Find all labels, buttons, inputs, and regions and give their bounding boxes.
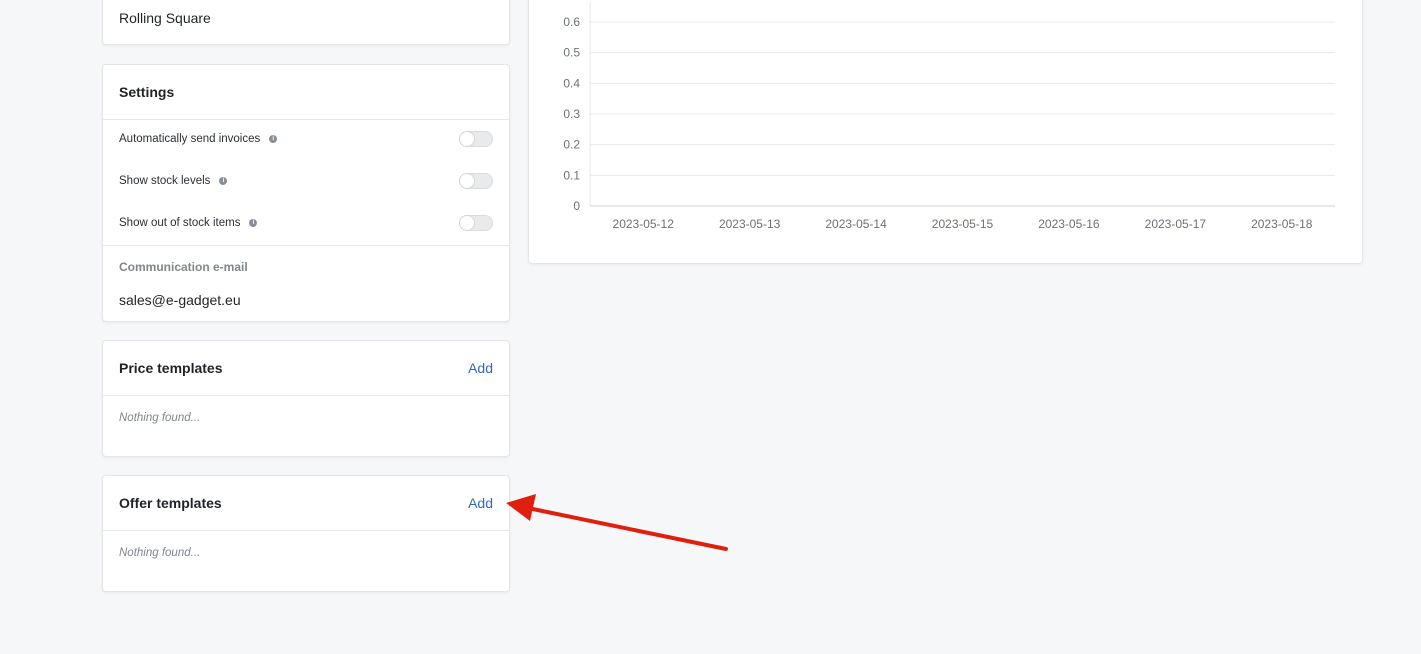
settings-divider — [103, 245, 509, 246]
chart-x-tick-label: 2023-05-13 — [719, 217, 781, 231]
chart-y-tick-label: 0.4 — [563, 76, 580, 90]
chart-y-tick-label: 0 — [573, 199, 580, 213]
out-of-stock-toggle[interactable] — [459, 215, 493, 231]
chart-x-tick-label: 2023-05-17 — [1145, 217, 1207, 231]
chart-x-tick-label: 2023-05-16 — [1038, 217, 1100, 231]
chart-x-tick-label: 2023-05-12 — [613, 217, 675, 231]
setting-label-stock-levels: Show stock levels — [119, 175, 211, 187]
arrow-shaft — [526, 506, 728, 551]
price-templates-card: Price templates Add Nothing found... — [102, 340, 510, 457]
setting-row-stock-levels: Show stock levels i — [103, 161, 509, 203]
setting-row-out-of-stock: Show out of stock items i — [103, 203, 509, 245]
chart-y-tick-label: 0.1 — [563, 168, 580, 182]
chart-y-tick-label: 0.5 — [563, 46, 580, 60]
brand-card: Rolling Square — [102, 0, 510, 45]
auto-invoices-toggle[interactable] — [459, 131, 493, 147]
offer-templates-card: Offer templates Add Nothing found... — [102, 475, 510, 592]
info-icon[interactable]: i — [219, 177, 228, 185]
info-icon[interactable]: i — [249, 219, 258, 227]
setting-label-out-of-stock: Show out of stock items — [119, 217, 241, 229]
setting-label-auto-invoices: Automatically send invoices — [119, 133, 261, 145]
settings-header: Settings — [103, 65, 509, 120]
offer-templates-add-link[interactable]: Add — [468, 495, 493, 511]
chart-x-tick-label: 2023-05-18 — [1251, 217, 1313, 231]
chart-y-tick-label: 0.3 — [563, 107, 580, 121]
red-arrow-icon — [506, 494, 728, 551]
settings-title: Settings — [119, 84, 175, 100]
chart-y-tick-label: 0.6 — [563, 15, 580, 29]
arrow-head — [506, 494, 536, 521]
communication-email-label: Communication e-mail — [119, 260, 248, 274]
offer-templates-empty: Nothing found... — [119, 547, 201, 559]
toggle-knob — [460, 174, 474, 188]
line-chart: 0 0.1 0.2 0.3 0.4 0.5 0.6 2023-05-12 2023-05-13 2… — [563, 2, 1335, 231]
price-templates-empty: Nothing found... — [119, 412, 201, 424]
toggle-knob — [460, 216, 474, 230]
stock-levels-toggle[interactable] — [459, 173, 493, 189]
price-templates-add-link[interactable]: Add — [468, 360, 493, 376]
offer-templates-header: Offer templates Add — [103, 476, 509, 531]
price-templates-header: Price templates Add — [103, 341, 509, 396]
chart-x-tick-label: 2023-05-15 — [932, 217, 994, 231]
brand-name: Rolling Square — [119, 10, 211, 26]
chart-card: 0 0.1 0.2 0.3 0.4 0.5 0.6 2023-05-12 2023-05-13 2… — [528, 0, 1363, 264]
price-templates-title: Price templates — [119, 360, 223, 376]
toggle-knob — [460, 132, 474, 146]
info-icon[interactable]: i — [269, 135, 278, 143]
communication-email-value[interactable]: sales@e-gadget.eu — [119, 292, 241, 308]
chart-x-tick-label: 2023-05-14 — [825, 217, 887, 231]
offer-templates-title: Offer templates — [119, 495, 222, 511]
chart-y-tick-label: 0.2 — [563, 138, 580, 152]
settings-card: Settings Automatically send invoices i S… — [102, 64, 510, 322]
setting-row-auto-invoices: Automatically send invoices i — [103, 119, 509, 161]
